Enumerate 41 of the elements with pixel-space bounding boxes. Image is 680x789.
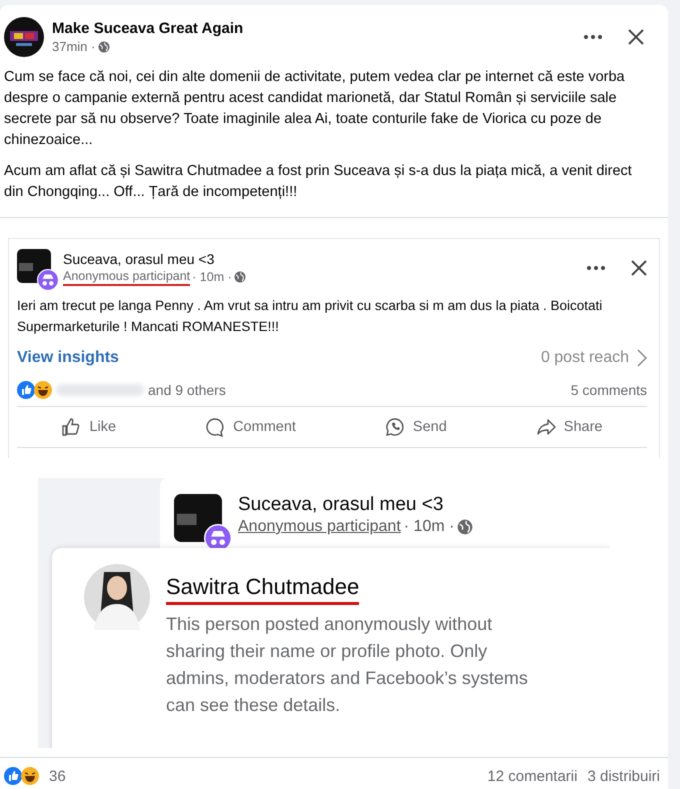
more-options-icon[interactable] <box>584 35 602 39</box>
globe-icon <box>234 271 246 283</box>
like-reaction-icon <box>17 381 35 399</box>
action-button[interactable]: Share <box>526 411 612 443</box>
author-name[interactable]: Anonymous participant <box>63 268 190 286</box>
chevron-right-icon[interactable] <box>637 349 647 367</box>
haha-reaction-icon <box>34 381 52 399</box>
post-text: Cum se face că noi, cei din alte domenii de activitate, putem vedea clar pe internet că este vorba despre o campanie externă pentru acest candidat marionetă, dar Statul Român și serviciile sale secrete par să nu observe? Toate imaginile alea Ai, toate conturile fake de Viorica cu poze de chinezoaice... <box>3 68 626 150</box>
thumbs-up-icon <box>61 417 82 437</box>
incognito-icon <box>37 269 59 291</box>
globe-icon <box>98 40 110 52</box>
more-options-icon[interactable] <box>587 266 605 270</box>
haha-reaction-icon <box>21 767 39 785</box>
page-name[interactable]: Make Suceava Great Again <box>52 20 244 37</box>
person-name: Sawitra Chutmadee <box>166 574 360 605</box>
action-button[interactable]: Comment <box>195 411 306 443</box>
comments-count[interactable]: 5 comments <box>570 382 647 398</box>
author-name[interactable]: Anonymous participant <box>238 518 401 536</box>
post-time[interactable]: 37min · <box>52 39 96 54</box>
post-text: Acum am aflat că și Sawitra Chutmadee a fost prin Suceava și s-a dus la piața mică, a venit direct din Chongqing... Off... Țară de incompetenți!!! <box>3 162 633 202</box>
share-arrow-icon <box>536 417 556 437</box>
group-name[interactable]: Suceava, orasul meu <3 <box>238 494 474 516</box>
reactions-count[interactable]: 36 <box>49 768 66 784</box>
speech-bubble-icon <box>205 417 226 437</box>
post-time: · 10m · <box>192 270 232 284</box>
chat-phone-icon <box>384 417 405 437</box>
post-time: · 10m · <box>404 518 454 536</box>
like-reaction-icon <box>4 767 22 785</box>
shares-count[interactable]: 3 distribuiri <box>587 768 660 784</box>
close-icon[interactable] <box>631 260 647 276</box>
post-reach[interactable]: 0 post reach <box>540 349 629 367</box>
popup-description: This person posted anonymously without sharing their name or profile photo. Only admins, moderators and Facebook’s systems can see these details. <box>166 613 529 717</box>
post-text: Ieri am trecut pe langa Penny . Am vrut sa intru am privit cu scarba si m am dus la piata . Boicotati Supermarketurile ! Mancati ROMANESTE!!! <box>17 297 604 336</box>
close-icon[interactable] <box>628 29 644 45</box>
group-name[interactable]: Suceava, orasul meu <3 <box>63 250 246 266</box>
action-button[interactable]: Like <box>51 411 126 443</box>
globe-icon <box>457 519 474 535</box>
reactions-summary[interactable]: and 9 others <box>148 382 226 398</box>
view-insights-link[interactable]: View insights <box>17 349 119 367</box>
comments-count[interactable]: 12 comentarii <box>487 768 578 784</box>
action-button[interactable]: Send <box>374 411 457 443</box>
